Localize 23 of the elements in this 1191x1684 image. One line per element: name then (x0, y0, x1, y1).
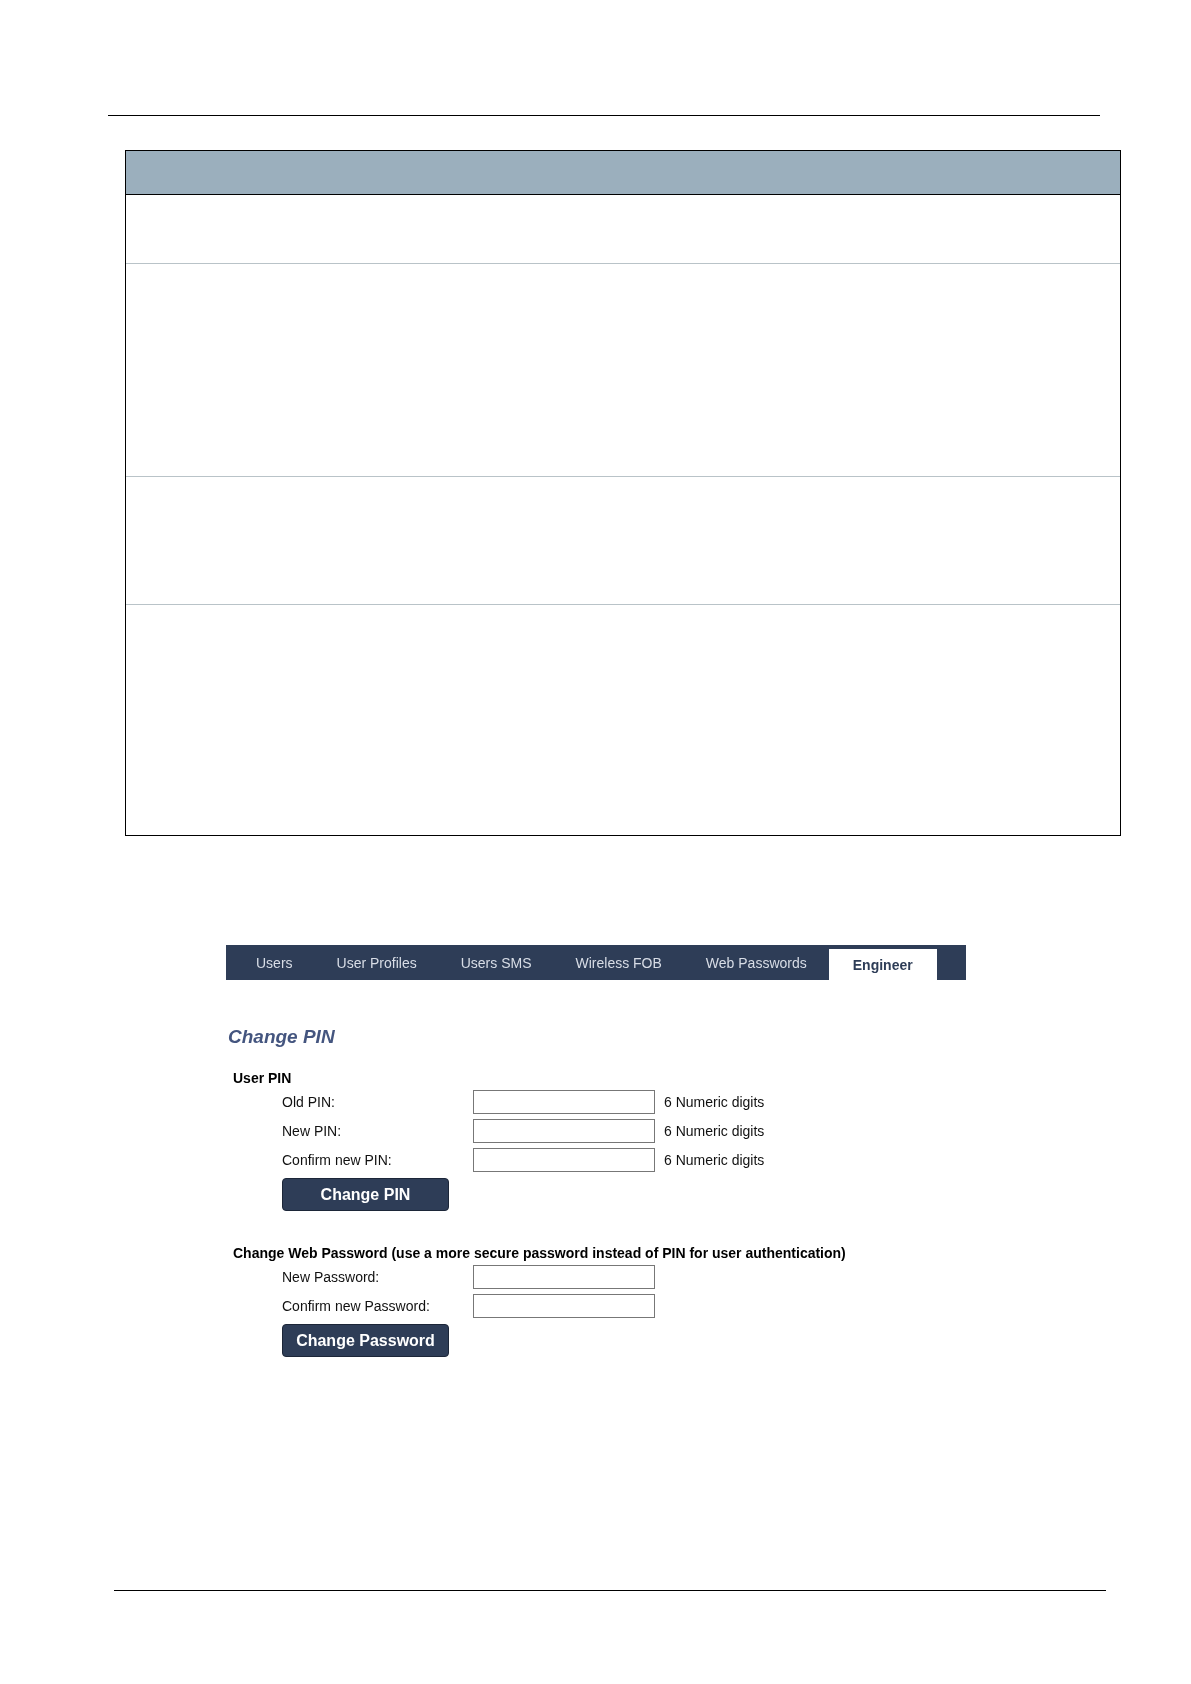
input-field[interactable] (473, 1265, 655, 1289)
input-field[interactable] (473, 1119, 655, 1143)
field-label: Confirm new Password: (282, 1298, 431, 1314)
field-hint: 6 Numeric digits (664, 1152, 766, 1168)
tab[interactable]: User Profiles (314, 945, 439, 980)
tab[interactable]: Users SMS (438, 945, 554, 980)
field-label: New Password: (282, 1269, 381, 1285)
field-label: Old PIN: (282, 1094, 336, 1110)
field-hint: 6 Numeric digits (664, 1123, 766, 1139)
page-title: Change PIN (228, 1026, 336, 1048)
submit-button[interactable]: Change PIN (282, 1178, 449, 1211)
tab[interactable]: Users (234, 945, 315, 980)
field-label: Confirm new PIN: (282, 1152, 393, 1168)
section-heading: Change Web Password (use a more secure password instead of PIN for user authentication) (233, 1245, 847, 1261)
tab[interactable]: Wireless FOB (553, 945, 684, 980)
section-heading: User PIN (233, 1070, 293, 1086)
submit-button[interactable]: Change Password (282, 1324, 449, 1357)
tab[interactable]: Web Passwords (683, 945, 829, 980)
input-field[interactable] (473, 1090, 655, 1114)
input-field[interactable] (473, 1148, 655, 1172)
field-label: New PIN: (282, 1123, 343, 1139)
input-field[interactable] (473, 1294, 655, 1318)
field-hint: 6 Numeric digits (664, 1094, 766, 1110)
